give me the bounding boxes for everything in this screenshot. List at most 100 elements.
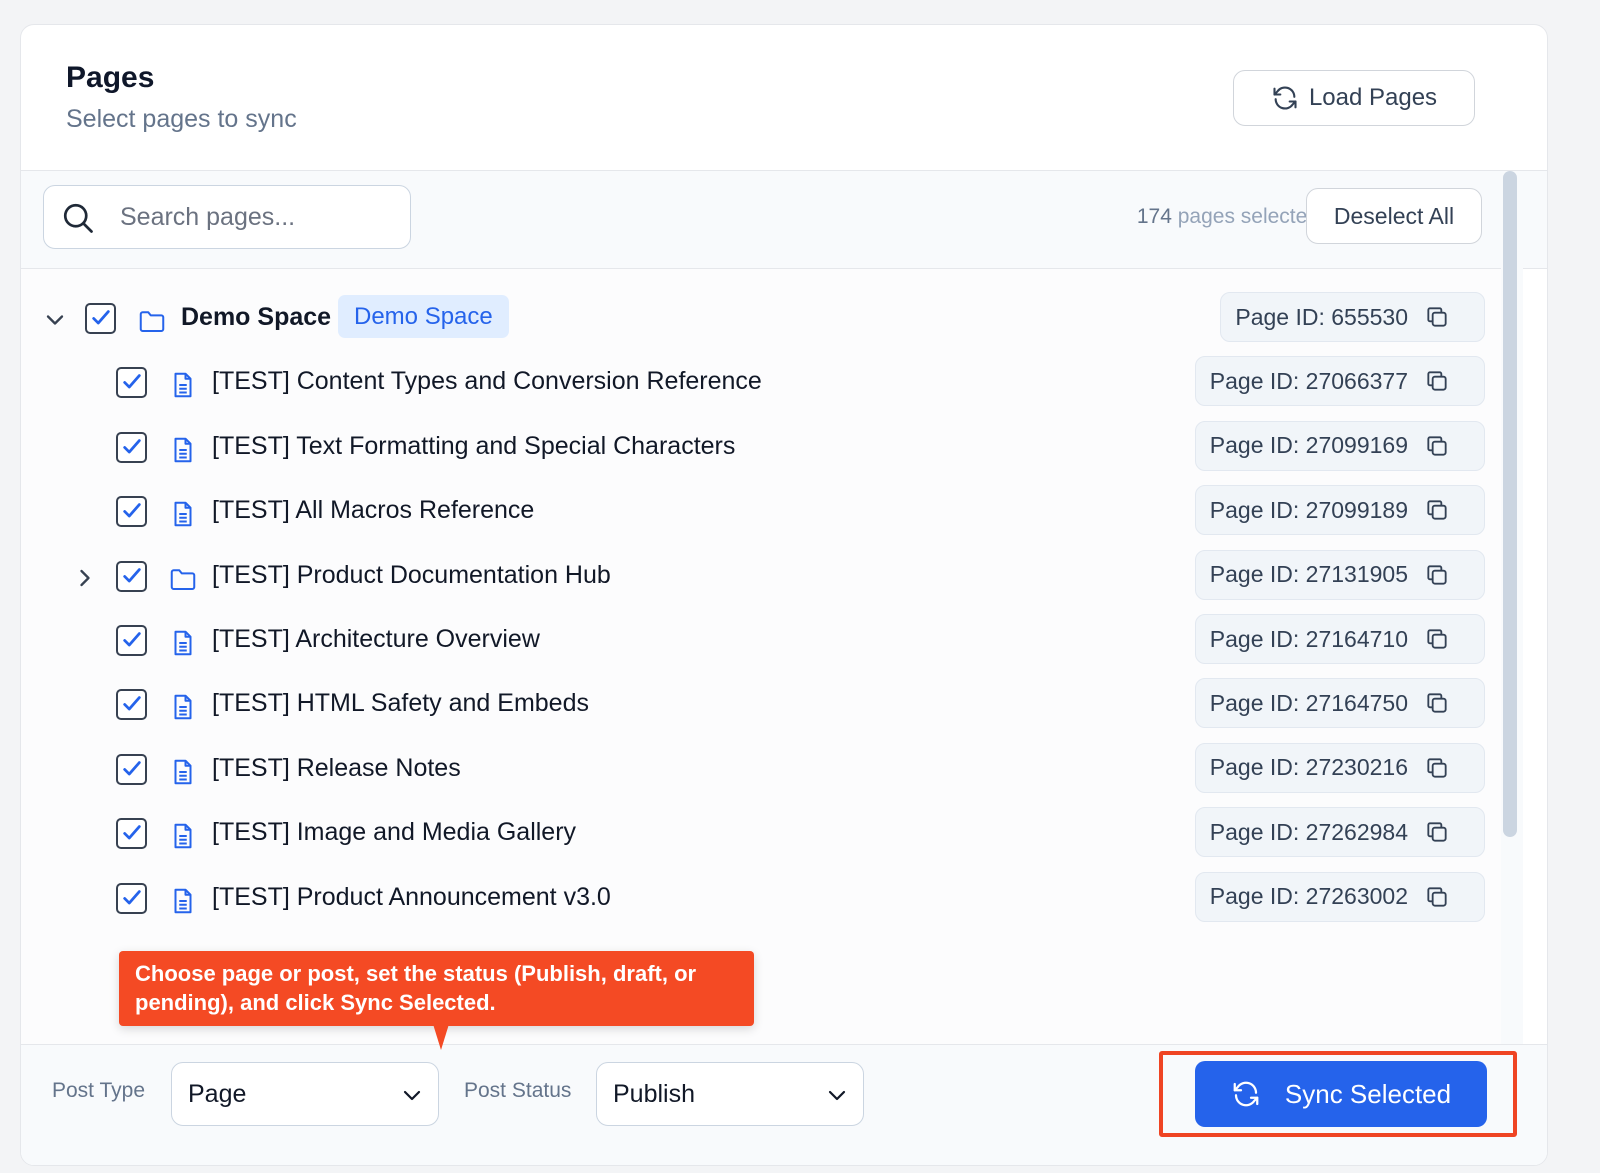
sync-selected-button[interactable]: Sync Selected — [1195, 1061, 1487, 1127]
tree-row-page[interactable]: [TEST] Image and Media Gallery Page ID: 2… — [21, 803, 1501, 867]
document-icon — [174, 437, 192, 463]
checkmark-icon — [123, 761, 141, 776]
card-header: Pages Select pages to sync Load Pages — [21, 25, 1547, 171]
checkmark-icon — [123, 632, 141, 647]
row-label: [TEST] Product Documentation Hub — [212, 560, 611, 589]
checkmark-icon — [123, 503, 141, 518]
tree-row-page[interactable]: [TEST] All Macros Reference Page ID: 2709… — [21, 481, 1501, 545]
page-id-text: Page ID: 27066377 — [1209, 367, 1408, 394]
page-id-chip: Page ID: 27066377 — [1194, 356, 1485, 407]
document-icon-wrap — [168, 692, 198, 722]
tree-row-page[interactable]: [TEST] Product Documentation Hub Page ID:… — [21, 546, 1501, 610]
post-type-value: Page — [188, 1079, 247, 1108]
page-id-text: Page ID: 27230216 — [1209, 754, 1408, 781]
post-type-select[interactable]: Page — [171, 1062, 439, 1126]
tree-row-page[interactable]: [TEST] Release Notes Page ID: 27230216 — [21, 739, 1501, 803]
chevron-down-icon — [403, 1090, 421, 1101]
row-checkbox[interactable] — [116, 431, 147, 463]
document-icon — [174, 501, 192, 527]
deselect-all-button[interactable]: Deselect All — [1306, 188, 1482, 244]
footer-bar: Post Type Page Post Status Publish Sync … — [21, 1044, 1547, 1165]
load-pages-label: Load Pages — [1308, 84, 1438, 111]
row-checkbox[interactable] — [116, 689, 147, 721]
checkmark-icon — [123, 439, 141, 454]
tree-row-page[interactable]: [TEST] HTML Safety and Embeds Page ID: 27… — [21, 674, 1501, 738]
page-id-text: Page ID: 27164750 — [1209, 689, 1408, 716]
page-id-chip: Page ID: 27164750 — [1194, 678, 1485, 729]
page-id-text: Page ID: 655530 — [1235, 303, 1408, 330]
page-id-chip: Page ID: 27164710 — [1194, 614, 1485, 664]
search-input[interactable] — [120, 196, 400, 238]
checkmark-icon — [123, 889, 141, 905]
refresh-icon — [1273, 86, 1297, 110]
sync-selected-label: Sync Selected — [1284, 1078, 1452, 1109]
page-id-chip: Page ID: 27263002 — [1194, 871, 1485, 922]
document-icon — [174, 373, 192, 398]
expand-toggle[interactable] — [41, 306, 69, 334]
expand-toggle[interactable] — [71, 564, 99, 592]
copy-icon[interactable] — [1424, 819, 1450, 845]
copy-icon[interactable] — [1424, 433, 1450, 459]
selected-count: 174 pages selected — [1137, 205, 1319, 229]
checkmark-icon — [123, 567, 141, 583]
document-icon-wrap — [168, 435, 198, 465]
scrollbar-thumb[interactable] — [1503, 171, 1517, 837]
document-icon-wrap — [168, 628, 198, 658]
copy-icon[interactable] — [1424, 368, 1450, 394]
copy-icon[interactable] — [1424, 304, 1450, 330]
checkmark-icon — [123, 696, 141, 711]
page-id-text: Page ID: 27164710 — [1209, 625, 1408, 652]
row-checkbox[interactable] — [116, 625, 147, 656]
page-title: Pages — [66, 61, 155, 94]
tree-row-page[interactable]: [TEST] Content Types and Conversion Refe… — [21, 352, 1501, 416]
tree-row-space[interactable]: Demo Space Demo Space Page ID: 655530 — [21, 288, 1501, 352]
post-status-select[interactable]: Publish — [596, 1062, 864, 1126]
load-pages-button[interactable]: Load Pages — [1233, 70, 1475, 126]
post-type-label: Post Type — [52, 1079, 146, 1102]
folder-icon — [170, 568, 196, 590]
copy-icon[interactable] — [1424, 884, 1450, 910]
tooltip-pointer — [433, 1024, 449, 1050]
row-label: [TEST] Text Formatting and Special Chara… — [212, 431, 736, 460]
copy-icon[interactable] — [1424, 626, 1450, 652]
tree-row-page[interactable]: [TEST] Text Formatting and Special Chara… — [21, 417, 1501, 481]
document-icon — [174, 823, 192, 849]
row-checkbox[interactable] — [116, 882, 147, 914]
tree-row-page[interactable]: [TEST] Architecture Overview Page ID: 271… — [21, 610, 1501, 674]
row-label: [TEST] HTML Safety and Embeds — [212, 689, 589, 718]
checkmark-icon — [123, 825, 141, 840]
page-id-text: Page ID: 27262984 — [1209, 818, 1408, 845]
copy-icon[interactable] — [1424, 690, 1450, 716]
search-box[interactable] — [43, 185, 411, 249]
row-label: [TEST] Release Notes — [212, 753, 461, 782]
row-checkbox[interactable] — [116, 496, 147, 528]
selected-count-suffix: pages selected — [1171, 205, 1319, 228]
document-icon — [174, 759, 192, 785]
toolbar: 174 pages selected Deselect All — [21, 171, 1547, 269]
post-status-label: Post Status — [464, 1079, 572, 1102]
post-status-value: Publish — [613, 1079, 695, 1108]
document-icon-wrap — [168, 499, 198, 529]
folder-icon-wrap — [137, 306, 167, 336]
page-id-text: Page ID: 27263002 — [1209, 883, 1408, 910]
copy-icon[interactable] — [1424, 497, 1450, 523]
page-id-chip: Page ID: 27099169 — [1194, 420, 1485, 471]
row-checkbox[interactable] — [116, 753, 147, 785]
page-tree: Demo Space Demo Space Page ID: 655530 [TEST… — [21, 269, 1501, 1044]
row-label: Demo Space — [181, 303, 332, 331]
refresh-icon — [1233, 1081, 1259, 1107]
tree-row-page[interactable]: [TEST] Product Announcement v3.0 Page ID:… — [21, 868, 1501, 932]
copy-icon[interactable] — [1424, 755, 1450, 781]
row-checkbox[interactable] — [85, 303, 116, 334]
row-checkbox[interactable] — [116, 818, 147, 850]
document-icon-wrap — [168, 821, 198, 851]
page-id-text: Page ID: 27131905 — [1209, 561, 1408, 588]
search-icon — [63, 203, 93, 233]
row-checkbox[interactable] — [116, 560, 147, 592]
copy-icon[interactable] — [1424, 562, 1450, 588]
document-icon — [174, 695, 192, 720]
page-id-chip: Page ID: 27230216 — [1194, 742, 1485, 793]
page-id-text: Page ID: 27099169 — [1209, 432, 1408, 459]
row-checkbox[interactable] — [116, 367, 147, 399]
space-badge: Demo Space — [338, 295, 509, 338]
